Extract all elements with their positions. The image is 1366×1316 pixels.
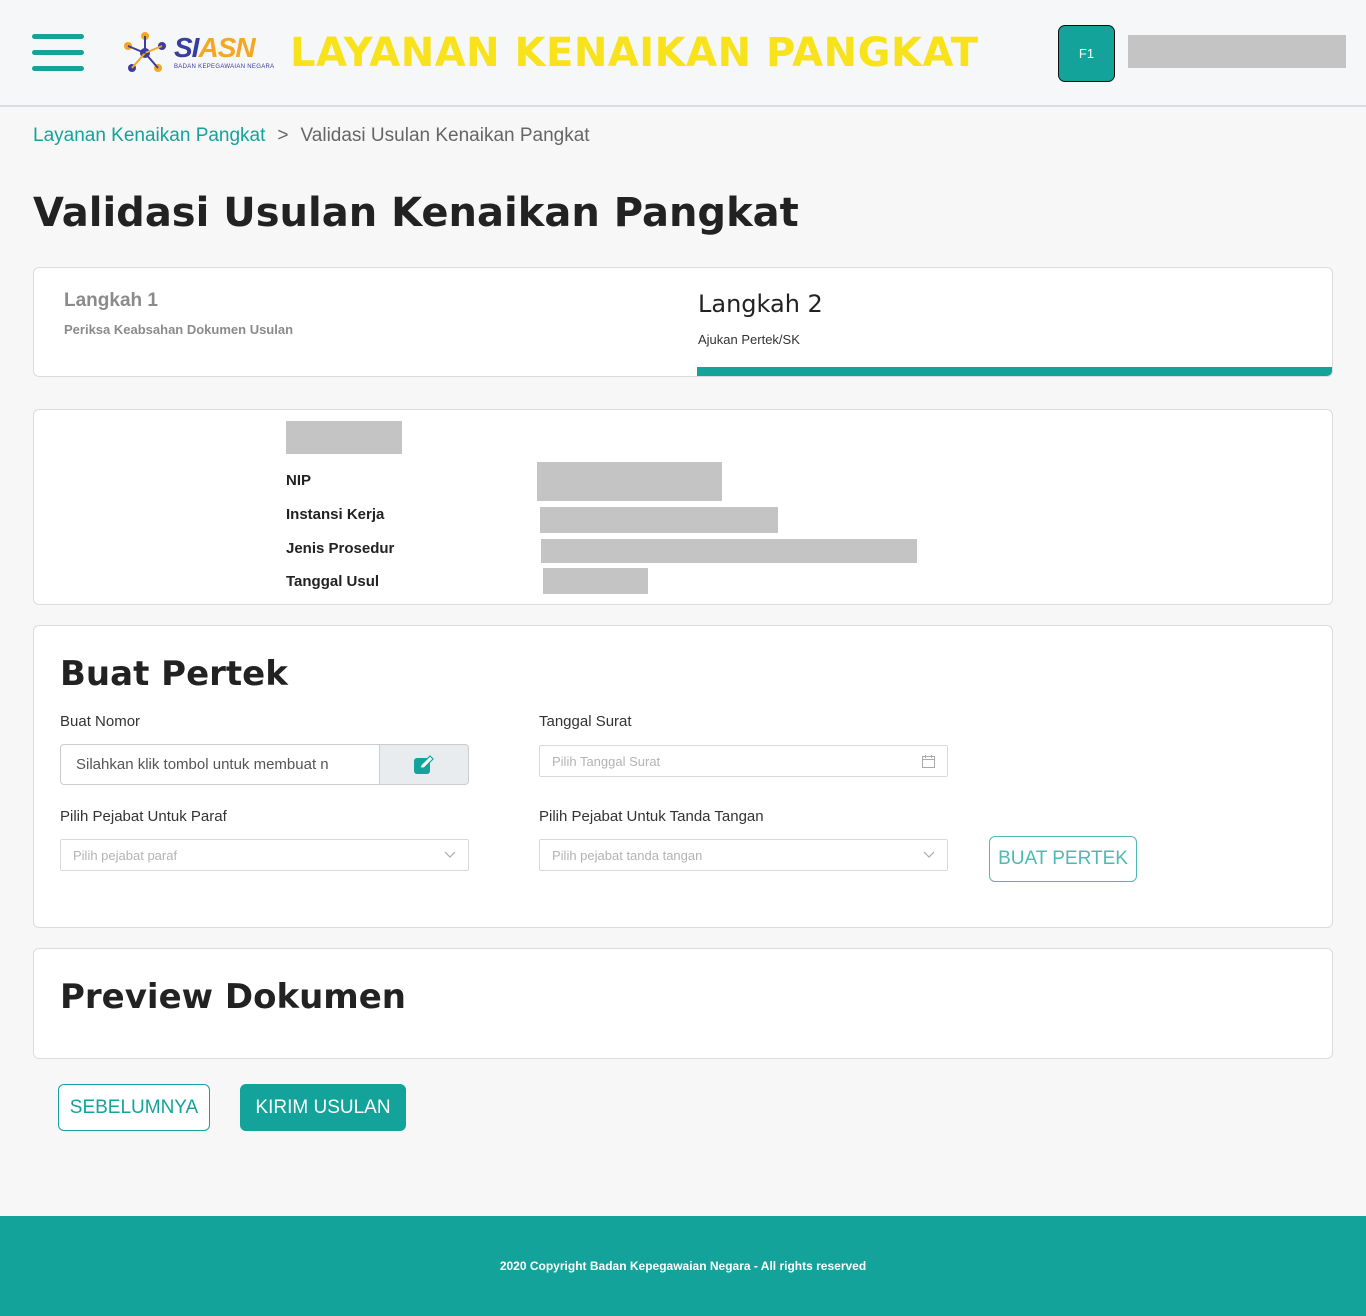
instansi-value-redacted xyxy=(540,507,778,533)
breadcrumb: Layanan Kenaikan Pangkat > Validasi Usulan… xyxy=(33,125,590,147)
logo-subtext: BADAN KEPEGAWAIAN NEGARA xyxy=(174,64,275,70)
active-step-indicator xyxy=(697,367,1332,376)
step-1-subtitle: Periksa Keabsahan Dokumen Usulan xyxy=(64,322,294,337)
menu-icon[interactable] xyxy=(32,34,84,74)
tanggal-surat-placeholder: Pilih Tanggal Surat xyxy=(552,753,661,769)
name-redacted xyxy=(286,421,402,454)
generate-nomor-button[interactable] xyxy=(380,744,469,785)
step-1[interactable]: Langkah 1 Periksa Keabsahan Dokumen Usul… xyxy=(64,290,293,337)
nip-value-redacted xyxy=(537,462,722,501)
buat-nomor-group xyxy=(60,744,469,785)
page-title: Validasi Usulan Kenaikan Pangkat xyxy=(33,190,799,236)
buat-pertek-title: Buat Pertek xyxy=(60,654,288,694)
stepper: Langkah 1 Periksa Keabsahan Dokumen Usul… xyxy=(33,267,1333,377)
prosedur-label: Jenis Prosedur xyxy=(286,540,395,557)
instansi-label: Instansi Kerja xyxy=(286,506,385,523)
siasn-logo[interactable]: SIASN BADAN KEPEGAWAIAN NEGARA xyxy=(118,26,274,82)
calendar-icon xyxy=(922,754,935,768)
tanggal-usul-value-redacted xyxy=(543,568,648,594)
nip-label: NIP xyxy=(286,472,312,489)
breadcrumb-current: Validasi Usulan Kenaikan Pangkat xyxy=(300,125,590,146)
usulan-info-card: NIP Instansi Kerja Jenis Prosedur Tangga… xyxy=(33,409,1333,605)
nomor-input[interactable] xyxy=(60,744,380,785)
paraf-placeholder: Pilih pejabat paraf xyxy=(73,847,178,863)
tanggal-surat-label: Tanggal Surat xyxy=(539,713,632,730)
user-avatar[interactable]: F1 xyxy=(1058,25,1115,82)
footer-copyright: 2020 Copyright Badan Kepegawaian Negara … xyxy=(499,1259,867,1273)
logo-wordmark: SIASN xyxy=(174,32,256,63)
chevron-down-icon xyxy=(444,851,456,858)
buat-nomor-label: Buat Nomor xyxy=(60,713,141,730)
app-title: LAYANAN KENAIKAN PANGKAT xyxy=(290,30,979,76)
buat-pertek-card: Buat Pertek Buat Nomor Tanggal Surat Pil… xyxy=(33,625,1333,928)
ttd-select[interactable]: Pilih pejabat tanda tangan xyxy=(539,839,948,871)
top-header: SIASN BADAN KEPEGAWAIAN NEGARA LAYANAN K… xyxy=(0,0,1366,107)
preview-dokumen-card: Preview Dokumen xyxy=(33,948,1333,1059)
paraf-select[interactable]: Pilih pejabat paraf xyxy=(60,839,469,871)
ttd-placeholder: Pilih pejabat tanda tangan xyxy=(552,847,703,863)
step-1-title: Langkah 1 xyxy=(64,290,158,311)
kirim-usulan-button[interactable]: KIRIM USULAN xyxy=(240,1084,406,1131)
user-name-redacted[interactable] xyxy=(1128,35,1346,68)
breadcrumb-parent-link[interactable]: Layanan Kenaikan Pangkat xyxy=(33,125,265,146)
paraf-label: Pilih Pejabat Untuk Paraf xyxy=(60,808,227,825)
buat-pertek-button[interactable]: BUAT PERTEK xyxy=(989,836,1137,882)
prosedur-value-redacted xyxy=(541,539,917,563)
tanggal-surat-picker[interactable]: Pilih Tanggal Surat xyxy=(539,745,948,777)
footer: 2020 Copyright Badan Kepegawaian Negara … xyxy=(0,1216,1366,1316)
step-2[interactable]: Langkah 2 Ajukan Pertek/SK xyxy=(698,290,823,347)
step-2-subtitle: Ajukan Pertek/SK xyxy=(698,332,800,347)
step-2-title: Langkah 2 xyxy=(698,290,823,318)
tanggal-usul-label: Tanggal Usul xyxy=(286,573,380,590)
preview-dokumen-title: Preview Dokumen xyxy=(60,977,406,1017)
chevron-down-icon xyxy=(923,851,935,858)
breadcrumb-separator: > xyxy=(277,125,289,146)
edit-icon xyxy=(414,754,434,774)
sebelumnya-button[interactable]: SEBELUMNYA xyxy=(58,1084,210,1131)
ttd-label: Pilih Pejabat Untuk Tanda Tangan xyxy=(539,808,764,825)
logo-mark-icon xyxy=(124,32,166,72)
